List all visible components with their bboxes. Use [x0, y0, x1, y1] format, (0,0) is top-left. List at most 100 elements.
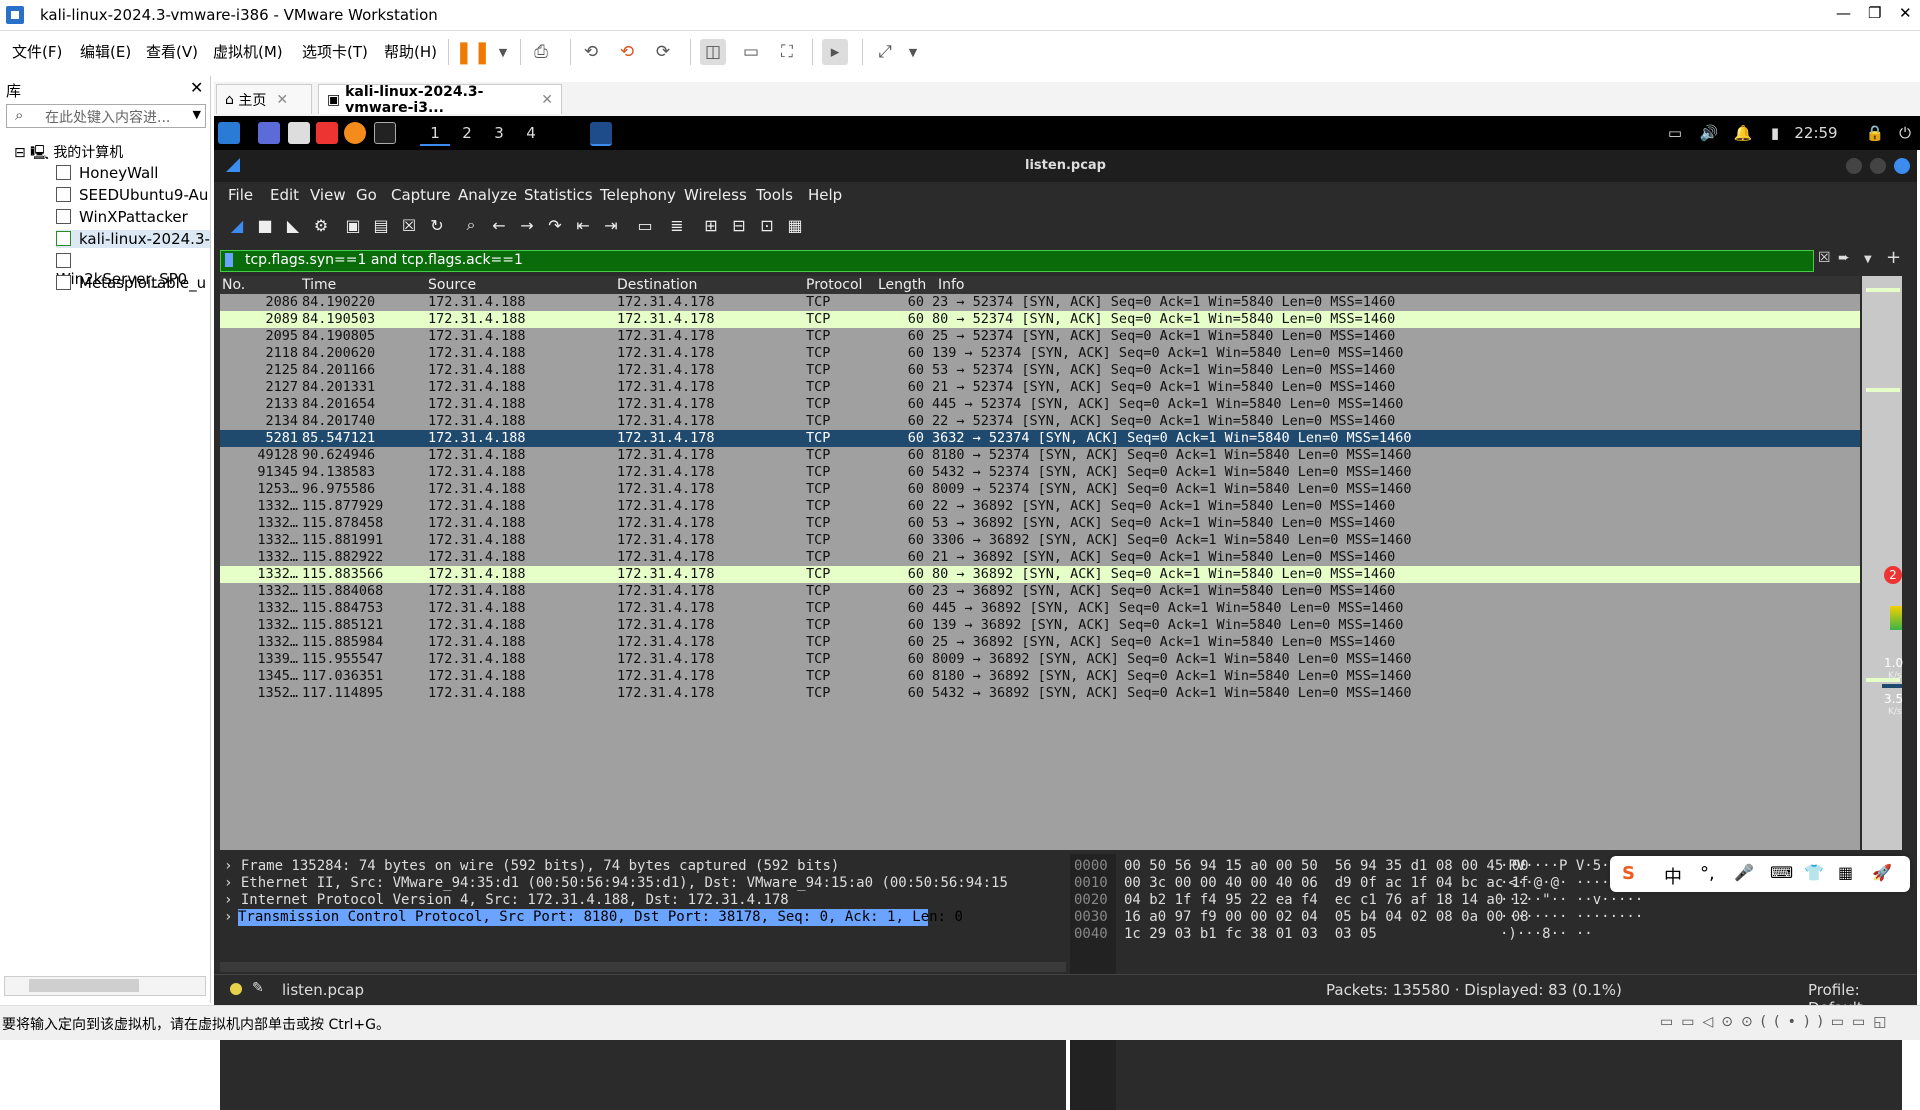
thumbnail-view-icon[interactable]: ▭ — [738, 39, 764, 65]
zoom-in-icon[interactable]: ⊞ — [700, 214, 722, 236]
revert-snapshot-icon[interactable]: ⟲ — [614, 39, 640, 65]
close-button[interactable] — [1894, 158, 1910, 174]
add-filter-icon[interactable]: + — [1886, 247, 1901, 268]
table-row[interactable]: 1332… 115.882922 172.31.4.188 172.31.4.178 T… — [220, 549, 1860, 566]
tree-item-vm-selected[interactable]: kali-linux-2024.3- — [56, 230, 210, 248]
rocket-icon[interactable]: 🚀 — [1872, 863, 1892, 882]
table-row[interactable]: 1332… 115.883566 172.31.4.188 172.31.4.178 T… — [220, 566, 1860, 583]
table-row[interactable]: 2095 84.190805 172.31.4.188 172.31.4.178 TCP… — [220, 328, 1860, 345]
workspace-1[interactable]: 1 — [420, 122, 450, 146]
resize-columns-icon[interactable]: ▦ — [784, 214, 806, 236]
start-capture-icon[interactable]: ◢ — [226, 214, 248, 236]
col-protocol[interactable]: Protocol — [806, 277, 862, 293]
stop-capture-icon[interactable]: ■ — [254, 214, 276, 236]
col-no[interactable]: No. — [222, 277, 245, 293]
detail-tree-item[interactable]: › Transmission Control Protocol, Src Por… — [224, 909, 963, 926]
console-icon[interactable]: ▸ — [822, 39, 848, 65]
chevron-down-icon[interactable]: ▼ — [1864, 254, 1872, 274]
goto-packet-icon[interactable]: ↷ — [544, 214, 566, 236]
table-row[interactable]: 5281 85.547121 172.31.4.188 172.31.4.178 TCP… — [220, 430, 1860, 447]
workspace-3[interactable]: 3 — [484, 122, 514, 144]
first-packet-icon[interactable]: ⇤ — [572, 214, 594, 236]
menu-edit[interactable]: 编辑(E) — [80, 41, 131, 62]
tree-root-my-computer[interactable]: ⊟ 🖳 我的计算机 — [14, 142, 123, 166]
bytes-hex[interactable]: 16 a0 97 f9 00 00 02 04 05 b4 04 02 08 0… — [1124, 909, 1529, 926]
packet-list-scrollbar[interactable]: 2 1.0 K/s 3.5 K/s — [1862, 276, 1903, 850]
table-row[interactable]: 1332… 115.885984 172.31.4.188 172.31.4.178 T… — [220, 634, 1860, 651]
back-icon[interactable]: ← — [488, 214, 510, 236]
col-destination[interactable]: Destination — [617, 277, 697, 293]
display-filter-input[interactable]: tcp.flags.syn==1 and tcp.flags.ack==1 — [220, 250, 1814, 272]
col-source[interactable]: Source — [428, 277, 476, 293]
ime-punctuation[interactable]: °, — [1700, 863, 1715, 884]
bytes-hex[interactable]: 00 50 56 94 15 a0 00 50 56 94 35 d1 08 0… — [1124, 858, 1529, 875]
table-row[interactable]: 91345 94.138583 172.31.4.188 172.31.4.178 TC… — [220, 464, 1860, 481]
bookmark-icon[interactable] — [225, 253, 233, 267]
workspace-4[interactable]: 4 — [516, 122, 546, 144]
file-manager-icon[interactable] — [288, 122, 310, 144]
bytes-ascii[interactable]: ·····"·· ··v····· — [1500, 892, 1643, 909]
menu-capture[interactable]: Capture — [391, 186, 451, 204]
table-row[interactable]: 1332… 115.877929 172.31.4.188 172.31.4.178 T… — [220, 498, 1860, 515]
menu-go[interactable]: Go — [356, 186, 377, 204]
tree-item-vm[interactable]: Metasploitable_u — [56, 274, 206, 292]
detail-tree-item[interactable]: › Ethernet II, Src: VMware_94:35:d1 (00:… — [224, 875, 1008, 892]
table-row[interactable]: 1253… 96.975586 172.31.4.188 172.31.4.178 TC… — [220, 481, 1860, 498]
battery-icon[interactable]: ▮ — [1764, 122, 1786, 144]
firefox-icon[interactable] — [344, 122, 366, 144]
close-icon[interactable]: ✕ — [541, 92, 553, 108]
open-file-icon[interactable]: ▣ — [342, 214, 364, 236]
power-icon[interactable]: ⏻ — [1894, 122, 1916, 144]
last-packet-icon[interactable]: ⇥ — [600, 214, 622, 236]
bytes-hex[interactable]: 1c 29 03 b1 fc 38 01 03 03 05 — [1124, 926, 1377, 943]
menu-statistics[interactable]: Statistics — [524, 186, 593, 204]
col-info[interactable]: Info — [938, 277, 965, 293]
device-status-icons[interactable]: ▭▭◁⊙⊙((•))▭▭◱ — [1660, 1014, 1894, 1030]
lock-icon[interactable]: 🔒 — [1864, 122, 1886, 144]
table-row[interactable]: 2134 84.201740 172.31.4.188 172.31.4.178 TCP… — [220, 413, 1860, 430]
grid-menu-icon[interactable]: ▦ — [1838, 863, 1853, 882]
display-icon[interactable]: ▭ — [1664, 122, 1686, 144]
table-row[interactable]: 1332… 115.885121 172.31.4.188 172.31.4.178 T… — [220, 617, 1860, 634]
menu-tools[interactable]: Tools — [756, 186, 793, 204]
notification-icon[interactable]: 🔔 — [1732, 122, 1754, 144]
table-row[interactable]: 2127 84.201331 172.31.4.188 172.31.4.178 TCP… — [220, 379, 1860, 396]
table-row[interactable]: 2125 84.201166 172.31.4.188 172.31.4.178 TCP… — [220, 362, 1860, 379]
snapshot-icon[interactable]: ⟲ — [578, 39, 604, 65]
menu-telephony[interactable]: Telephony — [600, 186, 676, 204]
table-row[interactable]: 1332… 115.881991 172.31.4.188 172.31.4.178 T… — [220, 532, 1860, 549]
menu-edit[interactable]: Edit — [270, 186, 299, 204]
tree-item-vm[interactable]: WinXPattacker — [56, 208, 188, 226]
reload-icon[interactable]: ↻ — [426, 214, 448, 236]
menu-tabs[interactable]: 选项卡(T) — [302, 41, 368, 62]
detail-tree-item[interactable]: › Internet Protocol Version 4, Src: 172.… — [224, 892, 789, 909]
menu-analyze[interactable]: Analyze — [458, 186, 517, 204]
menu-help[interactable]: 帮助(H) — [384, 41, 437, 62]
table-row[interactable]: 2089 84.190503 172.31.4.188 172.31.4.178 TCP… — [220, 311, 1860, 328]
restart-capture-icon[interactable]: ◣ — [282, 214, 304, 236]
send-keys-icon[interactable]: ⎙ — [528, 39, 554, 65]
colorize-icon[interactable]: ≣ — [666, 214, 688, 236]
close-button[interactable]: ✕ — [1899, 4, 1912, 22]
minimize-button[interactable]: — — [1836, 4, 1851, 22]
wireshark-task-icon[interactable] — [590, 122, 612, 146]
normal-size-icon[interactable]: ⊡ — [756, 214, 778, 236]
menu-view[interactable]: View — [310, 186, 346, 204]
capture-options-icon[interactable]: ⚙ — [310, 214, 332, 236]
close-file-icon[interactable]: ☒ — [398, 214, 420, 236]
maximize-button[interactable]: ❐ — [1868, 4, 1881, 22]
tree-item-vm[interactable]: SEEDUbuntu9-Au — [56, 186, 208, 204]
fullscreen-icon[interactable]: ⛶ — [774, 39, 800, 65]
library-view-icon[interactable]: ◫ — [700, 39, 726, 65]
col-length[interactable]: Length — [878, 277, 926, 293]
chevron-down-icon[interactable]: ▼ — [490, 39, 516, 65]
menu-help[interactable]: Help — [808, 186, 842, 204]
terminal-icon[interactable] — [374, 122, 396, 144]
expand-arrow-icon[interactable]: › — [224, 858, 241, 874]
find-icon[interactable]: ⌕ — [460, 214, 482, 236]
close-icon[interactable]: ✕ — [276, 92, 288, 108]
ime-chinese-mode[interactable]: 中 — [1664, 863, 1682, 889]
tab-home[interactable]: ⌂ 主页 ✕ — [216, 84, 312, 114]
apply-filter-icon[interactable]: ➨ — [1838, 250, 1850, 270]
library-horizontal-scrollbar[interactable] — [4, 976, 206, 996]
